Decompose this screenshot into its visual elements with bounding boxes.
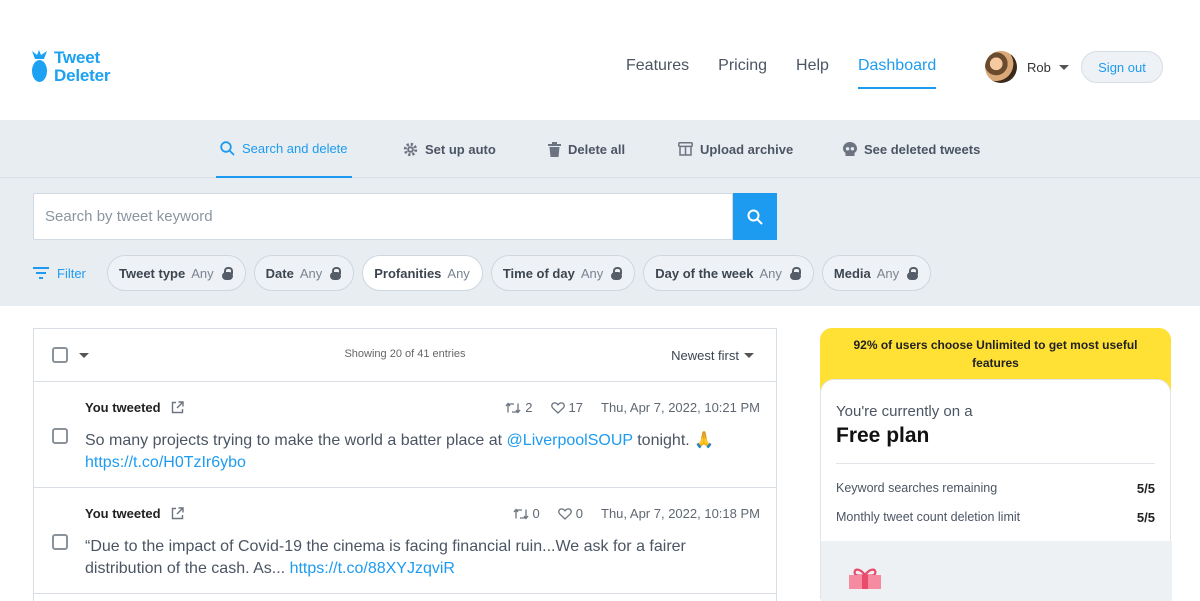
tweet-row: You tweeted 0 0 Thu, Apr 7, 2022, 10:18 …	[34, 488, 776, 594]
tab-label: See deleted tweets	[864, 141, 981, 157]
filter-label: Filter	[57, 265, 86, 281]
entries-count: Showing 20 of 41 entries	[344, 348, 466, 360]
tab-upload-archive[interactable]: Upload archive	[678, 120, 793, 178]
tab-search-and-delete[interactable]: Search and delete	[216, 120, 352, 178]
skull-icon	[843, 141, 857, 156]
filter-icon	[33, 267, 49, 279]
tweet-text: “Due to the impact of Covid-19 the cinem…	[85, 538, 686, 577]
tweet-url-link[interactable]: https://t.co/88XYJzqviR	[290, 560, 455, 577]
plan-card: You're currently on a Free plan Keyword …	[820, 379, 1172, 601]
tweet-author: You tweeted	[85, 400, 184, 415]
site-header: Tweet Deleter Features Pricing Help Dash…	[0, 0, 1200, 120]
retweet-count: 0	[513, 506, 540, 521]
tweet-checkbox[interactable]	[52, 534, 68, 550]
lock-icon	[789, 266, 801, 280]
tab-set-up-auto[interactable]: Set up auto	[403, 120, 496, 178]
tweet-date: Thu, Apr 7, 2022, 10:18 PM	[601, 506, 760, 521]
filter-button[interactable]: Filter	[33, 266, 107, 281]
action-tabs: Search and delete Set up auto Delete all…	[0, 120, 1200, 178]
filter-chip-profanities[interactable]: Profanities Any	[362, 255, 483, 291]
gift-section	[821, 541, 1172, 601]
retweet-count: 2	[505, 400, 533, 415]
search-input[interactable]: Search by tweet keyword	[33, 193, 733, 240]
list-header: Showing 20 of 41 entries Newest first	[34, 329, 776, 382]
nav-dashboard[interactable]: Dashboard	[857, 57, 937, 89]
external-link-icon[interactable]	[171, 507, 184, 520]
tab-label: Upload archive	[700, 141, 794, 157]
tab-label: Search and delete	[242, 140, 348, 156]
lock-icon	[907, 266, 919, 280]
filter-chip-media[interactable]: Media Any	[821, 255, 932, 291]
search-icon	[220, 140, 235, 155]
tweet-row: You tweeted 2 17 Thu, Apr 7, 2022, 10:21…	[34, 382, 776, 488]
search-area: Search by tweet keyword Filter Tweet typ…	[0, 178, 1200, 306]
tab-label: Delete all	[568, 141, 626, 157]
tweet-list: Showing 20 of 41 entries Newest first Yo…	[33, 328, 777, 601]
nav-pricing[interactable]: Pricing	[718, 57, 767, 89]
stat-deletion-limit: Monthly tweet count deletion limit 5/5	[836, 510, 1155, 525]
external-link-icon[interactable]	[171, 401, 184, 414]
tweet-checkbox[interactable]	[52, 428, 68, 444]
divider	[836, 463, 1155, 464]
retweet-icon	[505, 401, 521, 414]
tab-label: Set up auto	[425, 141, 496, 157]
filter-chip-day-of-week[interactable]: Day of the week Any	[643, 255, 814, 291]
user-name: Rob	[1027, 59, 1051, 75]
retweet-icon	[513, 507, 529, 520]
stat-keyword-searches: Keyword searches remaining 5/5	[836, 481, 1155, 496]
sign-out-button[interactable]: Sign out	[1081, 51, 1163, 83]
chevron-down-icon	[1058, 64, 1069, 70]
filter-chip-tweet-type[interactable]: Tweet type Any	[107, 255, 246, 291]
filter-chip-time-of-day[interactable]: Time of day Any	[490, 255, 636, 291]
gift-icon	[849, 568, 881, 589]
gear-icon	[403, 142, 418, 156]
search-button[interactable]	[733, 193, 777, 240]
tab-delete-all[interactable]: Delete all	[548, 120, 625, 178]
bomb-logo-icon	[32, 50, 47, 82]
like-count: 17	[550, 400, 583, 415]
tweet-author: You tweeted	[85, 506, 184, 521]
nav-help[interactable]: Help	[796, 57, 829, 89]
heart-icon	[557, 507, 572, 520]
plan-name: Free plan	[836, 424, 930, 447]
main-nav: Features Pricing Help Dashboard	[626, 57, 965, 89]
lock-icon	[221, 266, 233, 280]
filter-row: Filter Tweet type Any Date Any Profaniti…	[33, 255, 939, 291]
heart-icon	[550, 401, 565, 414]
logo[interactable]: Tweet Deleter	[31, 49, 110, 85]
plan-subtitle: You're currently on a	[836, 403, 973, 420]
search-icon	[747, 209, 763, 224]
chevron-down-icon	[744, 353, 754, 358]
mention-link[interactable]: @LiverpoolSOUP	[507, 432, 633, 449]
plan-panel: 92% of users choose Unlimited to get mos…	[820, 328, 1172, 601]
lock-icon	[611, 266, 623, 280]
logo-text: Tweet Deleter	[54, 48, 111, 85]
tweet-text: So many projects trying to make the worl…	[85, 432, 715, 471]
archive-icon	[678, 142, 693, 156]
filter-chip-date[interactable]: Date Any	[253, 255, 355, 291]
user-menu[interactable]: Rob	[985, 51, 1069, 83]
tweet-meta: 0 0 Thu, Apr 7, 2022, 10:18 PM	[495, 506, 760, 521]
sort-dropdown[interactable]: Newest first	[671, 348, 754, 363]
tweet-meta: 2 17 Thu, Apr 7, 2022, 10:21 PM	[487, 400, 760, 415]
tweet-date: Thu, Apr 7, 2022, 10:21 PM	[601, 400, 760, 415]
avatar	[985, 51, 1017, 83]
tweet-url-link[interactable]: https://t.co/H0TzIr6ybo	[85, 454, 246, 471]
tab-see-deleted-tweets[interactable]: See deleted tweets	[843, 120, 980, 178]
lock-icon	[330, 266, 342, 280]
nav-features[interactable]: Features	[626, 57, 689, 89]
trash-icon	[548, 141, 561, 157]
like-count: 0	[557, 506, 583, 521]
